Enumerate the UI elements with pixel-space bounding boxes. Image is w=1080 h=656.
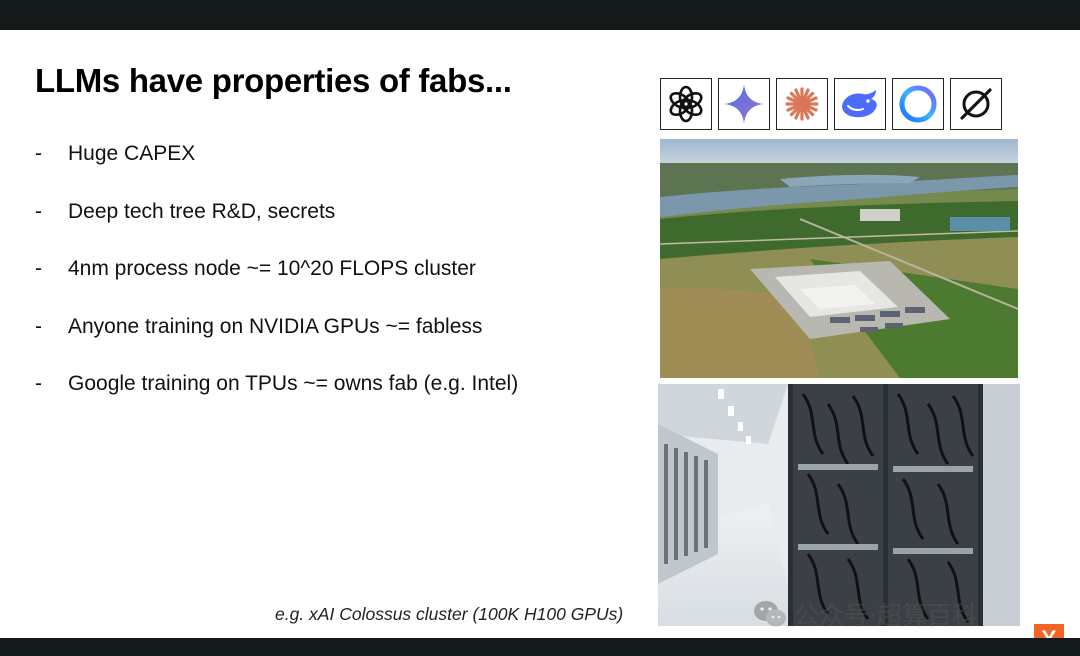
bullet-text: Google training on TPUs ~= owns fab (e.g… [68,372,519,395]
bullet-item: - Google training on TPUs ~= owns fab (e.… [35,372,518,430]
slide: LLMs have properties of fabs... - Huge CA… [0,30,1080,654]
meta-icon [892,78,944,130]
bullet-text: Anyone training on NVIDIA GPUs ~= fables… [68,314,483,338]
claude-icon [776,78,828,130]
slide-title: LLMs have properties of fabs... [35,62,512,99]
bullet-item: - 4nm process node ~= 10^20 FLOPS cluster [35,257,518,315]
image-caption: e.g. xAI Colossus cluster (100K H100 GPU… [275,604,624,624]
watermark: 公众号·超算百科 [752,596,977,632]
bullet-list: - Huge CAPEX - Deep tech tree R&D, secrets… [35,142,518,430]
top-letterbox-bar [0,0,1080,30]
bullet-marker: - [35,199,42,223]
bullet-marker: - [35,142,42,165]
bullet-marker: - [35,372,42,395]
aerial-datacenter-photo [660,139,1018,378]
bottom-letterbox-bar [0,638,1080,656]
watermark-text: 公众号·超算百科 [794,601,977,630]
deepseek-icon [834,78,886,130]
bullet-item: - Anyone training on NVIDIA GPUs ~= fable… [35,315,518,373]
server-racks-photo [658,384,1020,626]
bullet-text: Deep tech tree R&D, secrets [68,199,336,223]
bullet-marker: - [35,314,42,338]
bullet-marker: - [35,257,42,280]
bullet-text: Huge CAPEX [68,142,196,165]
grok-icon [950,78,1002,130]
wechat-icon [754,601,786,627]
gemini-icon [718,78,770,130]
bullet-text: 4nm process node ~= 10^20 FLOPS cluster [68,257,476,280]
bullet-item: - Huge CAPEX [35,142,518,200]
openai-icon [660,78,712,130]
ai-logo-row [660,78,1002,130]
bullet-item: - Deep tech tree R&D, secrets [35,200,518,258]
